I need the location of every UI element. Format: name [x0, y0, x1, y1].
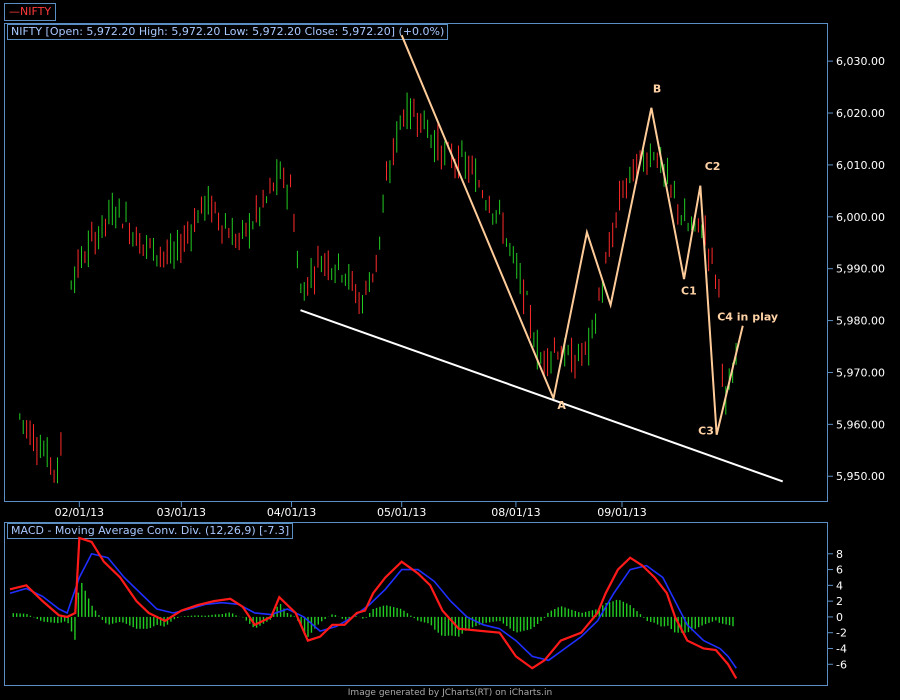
pattern-label: C3: [698, 425, 714, 438]
price-y-tick-label: 5,950.00: [836, 470, 885, 483]
price-x-tick-label: 05/01/13: [377, 506, 426, 519]
footer-credit: Image generated by JCharts(RT) on iChart…: [347, 688, 553, 698]
macd-y-tick-label: 8: [836, 548, 843, 561]
price-x-tick-label: 02/01/13: [55, 506, 104, 519]
price-y-tick-label: 5,970.00: [836, 366, 885, 379]
macd-y-tick-label: 0: [836, 611, 843, 624]
pattern-label: C2: [705, 160, 721, 173]
pattern-label: C4 in play: [717, 311, 778, 324]
price-x-tick-label: 09/01/13: [597, 506, 646, 519]
pattern-line: [400, 34, 744, 435]
price-y-tick-label: 5,990.00: [836, 263, 885, 276]
macd-y-tick-label: 2: [836, 595, 843, 608]
pattern-label: A: [557, 399, 566, 412]
price-y-tick-label: 6,010.00: [836, 159, 885, 172]
price-x-tick-label: 03/01/13: [157, 506, 206, 519]
price-y-tick-label: 6,030.00: [836, 55, 885, 68]
price-y-tick-label: 5,980.00: [836, 315, 885, 328]
price-axis: 5,950.00 5,960.00 5,970.00 5,980.00 5,990.00…: [55, 55, 885, 519]
macd-y-tick-label: -6: [836, 658, 847, 671]
pattern-label: C1: [681, 285, 697, 298]
price-candles: [19, 92, 737, 484]
pattern-label: B: [653, 82, 661, 95]
macd-y-tick-label: 6: [836, 564, 843, 577]
price-y-tick-label: 6,000.00: [836, 211, 885, 224]
chart-canvas: A B C1 C2 C3 C4 in play 5,950.00 5,960.00 5,970…: [9, 34, 885, 680]
price-y-tick-label: 5,960.00: [836, 418, 885, 431]
macd-y-tick-label: -2: [836, 627, 847, 640]
macd-y-tick-label: 4: [836, 579, 843, 592]
price-x-tick-label: 04/01/13: [267, 506, 316, 519]
price-overlay: A B C1 C2 C3 C4 in play: [300, 34, 784, 483]
price-x-tick-label: 08/01/13: [491, 506, 540, 519]
macd-axis: -6 -4 -2 0 2 4 6 8: [828, 548, 847, 671]
macd-y-tick-label: -4: [836, 642, 847, 655]
price-y-tick-label: 6,020.00: [836, 107, 885, 120]
